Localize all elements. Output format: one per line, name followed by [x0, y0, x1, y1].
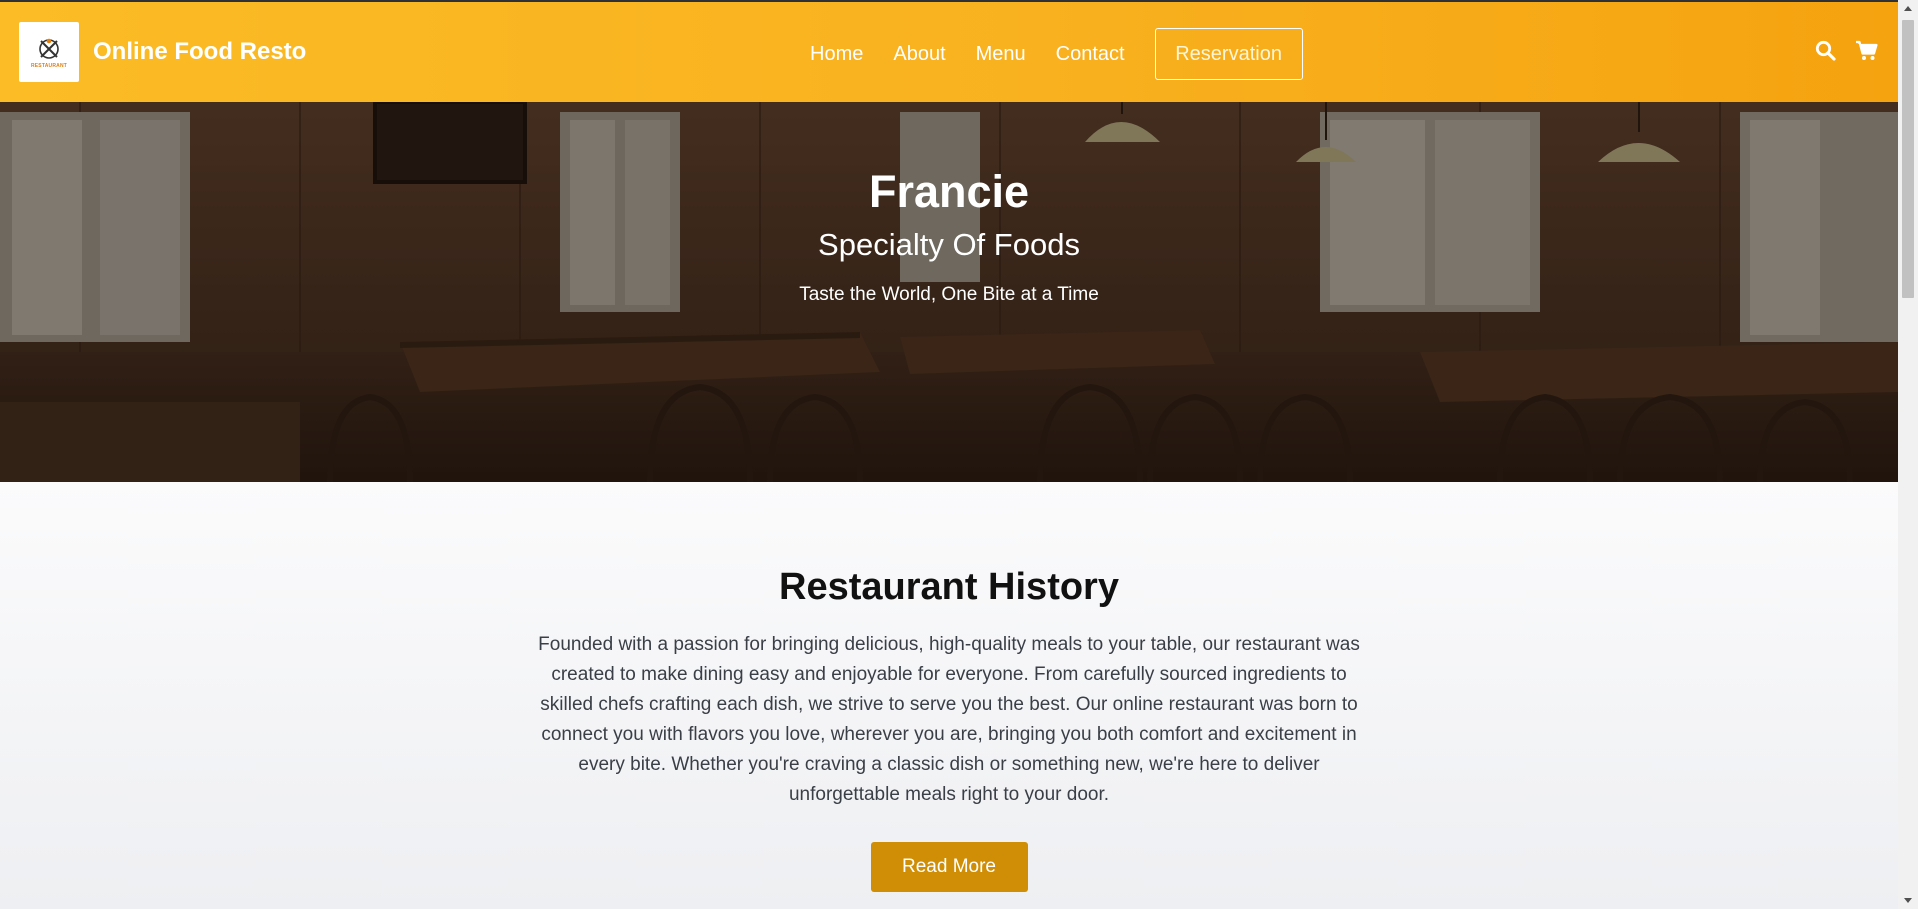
nav-link-menu[interactable]: Menu — [976, 43, 1026, 66]
scroll-thumb[interactable] — [1902, 20, 1914, 298]
restaurant-logo[interactable]: RESTAURANT — [19, 22, 79, 82]
search-icon[interactable] — [1815, 40, 1836, 61]
nav-link-home[interactable]: Home — [810, 43, 863, 66]
history-section: Restaurant History Founded with a passio… — [0, 482, 1898, 909]
hero-banner: Francie Specialty Of Foods Taste the Wor… — [0, 102, 1898, 482]
reservation-button[interactable]: Reservation — [1154, 28, 1303, 80]
history-title: Restaurant History — [779, 566, 1119, 608]
brand-name[interactable]: Online Food Resto — [93, 38, 306, 66]
nav-link-about[interactable]: About — [893, 43, 945, 66]
scroll-down-icon[interactable] — [1904, 898, 1912, 903]
nav-icons — [1796, 40, 1878, 61]
history-body: Founded with a passion for bringing deli… — [538, 634, 1360, 805]
cart-icon[interactable] — [1855, 40, 1878, 61]
scroll-up-icon[interactable] — [1904, 6, 1912, 11]
logo-text: RESTAURANT — [30, 62, 68, 69]
fork-knife-logo-icon — [39, 38, 59, 59]
nav-link-contact[interactable]: Contact — [1056, 43, 1125, 66]
hero-tagline: Taste the World, One Bite at a Time — [799, 284, 1099, 305]
navbar: RESTAURANT Online Food Resto Home About … — [0, 0, 1898, 102]
page: RESTAURANT Online Food Resto Home About … — [0, 0, 1918, 909]
brand[interactable]: RESTAURANT Online Food Resto — [19, 22, 306, 82]
main-nav: Home About Menu Contact Reservation — [810, 28, 1303, 80]
read-more-button[interactable]: Read More — [870, 842, 1028, 892]
hero-subtitle: Specialty Of Foods — [818, 227, 1080, 262]
page-scrollbar[interactable] — [1898, 0, 1918, 909]
hero-text: Francie Specialty Of Foods Taste the Wor… — [0, 166, 1898, 307]
hero-title: Francie — [868, 166, 1030, 217]
